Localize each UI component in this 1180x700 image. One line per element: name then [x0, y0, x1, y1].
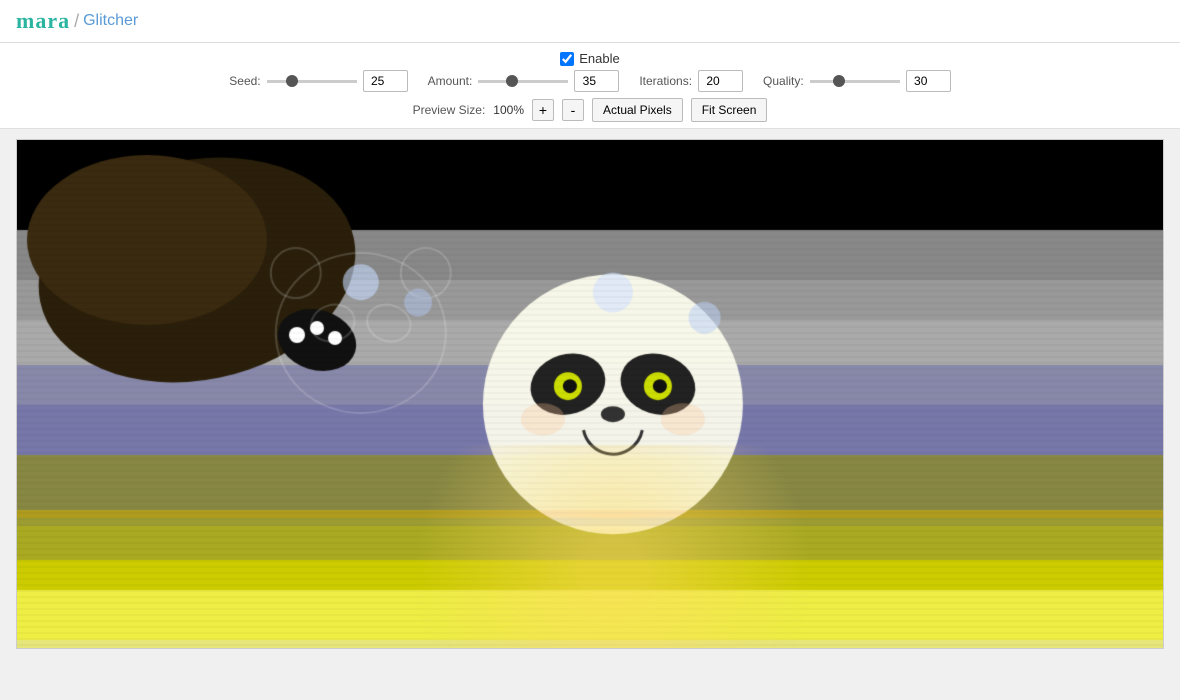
sliders-row: Seed: Amount: Iterations: Quality:: [229, 70, 950, 92]
quality-slider[interactable]: [810, 80, 900, 83]
logo-glitcher: Glitcher: [83, 12, 138, 30]
enable-label[interactable]: Enable: [579, 51, 619, 66]
seed-slider[interactable]: [267, 80, 357, 83]
preview-size-label: Preview Size:: [413, 103, 486, 117]
zoom-out-button[interactable]: -: [562, 99, 584, 121]
amount-group: Amount:: [428, 70, 620, 92]
actual-pixels-button[interactable]: Actual Pixels: [592, 98, 683, 122]
iterations-input[interactable]: [698, 70, 743, 92]
enable-row: Enable: [560, 51, 619, 66]
glitch-canvas: [17, 140, 1163, 648]
preview-row: Preview Size: 100% + - Actual Pixels Fit…: [413, 98, 768, 122]
amount-label: Amount:: [428, 74, 473, 88]
logo-slash: /: [74, 11, 79, 32]
controls-panel: Enable Seed: Amount: Iterations: Quality…: [0, 43, 1180, 129]
seed-input[interactable]: [363, 70, 408, 92]
quality-group: Quality:: [763, 70, 951, 92]
seed-label: Seed:: [229, 74, 260, 88]
amount-input[interactable]: [574, 70, 619, 92]
iterations-label: Iterations:: [639, 74, 692, 88]
quality-label: Quality:: [763, 74, 804, 88]
enable-checkbox[interactable]: [560, 52, 574, 66]
quality-input[interactable]: [906, 70, 951, 92]
amount-slider[interactable]: [478, 80, 568, 83]
seed-group: Seed:: [229, 70, 407, 92]
zoom-in-button[interactable]: +: [532, 99, 554, 121]
preview-percent: 100%: [493, 103, 524, 117]
app-header: mara / Glitcher: [0, 0, 1180, 43]
logo-mara: mara: [16, 8, 70, 34]
iterations-group: Iterations:: [639, 70, 743, 92]
canvas-area: [16, 139, 1164, 649]
fit-screen-button[interactable]: Fit Screen: [691, 98, 768, 122]
